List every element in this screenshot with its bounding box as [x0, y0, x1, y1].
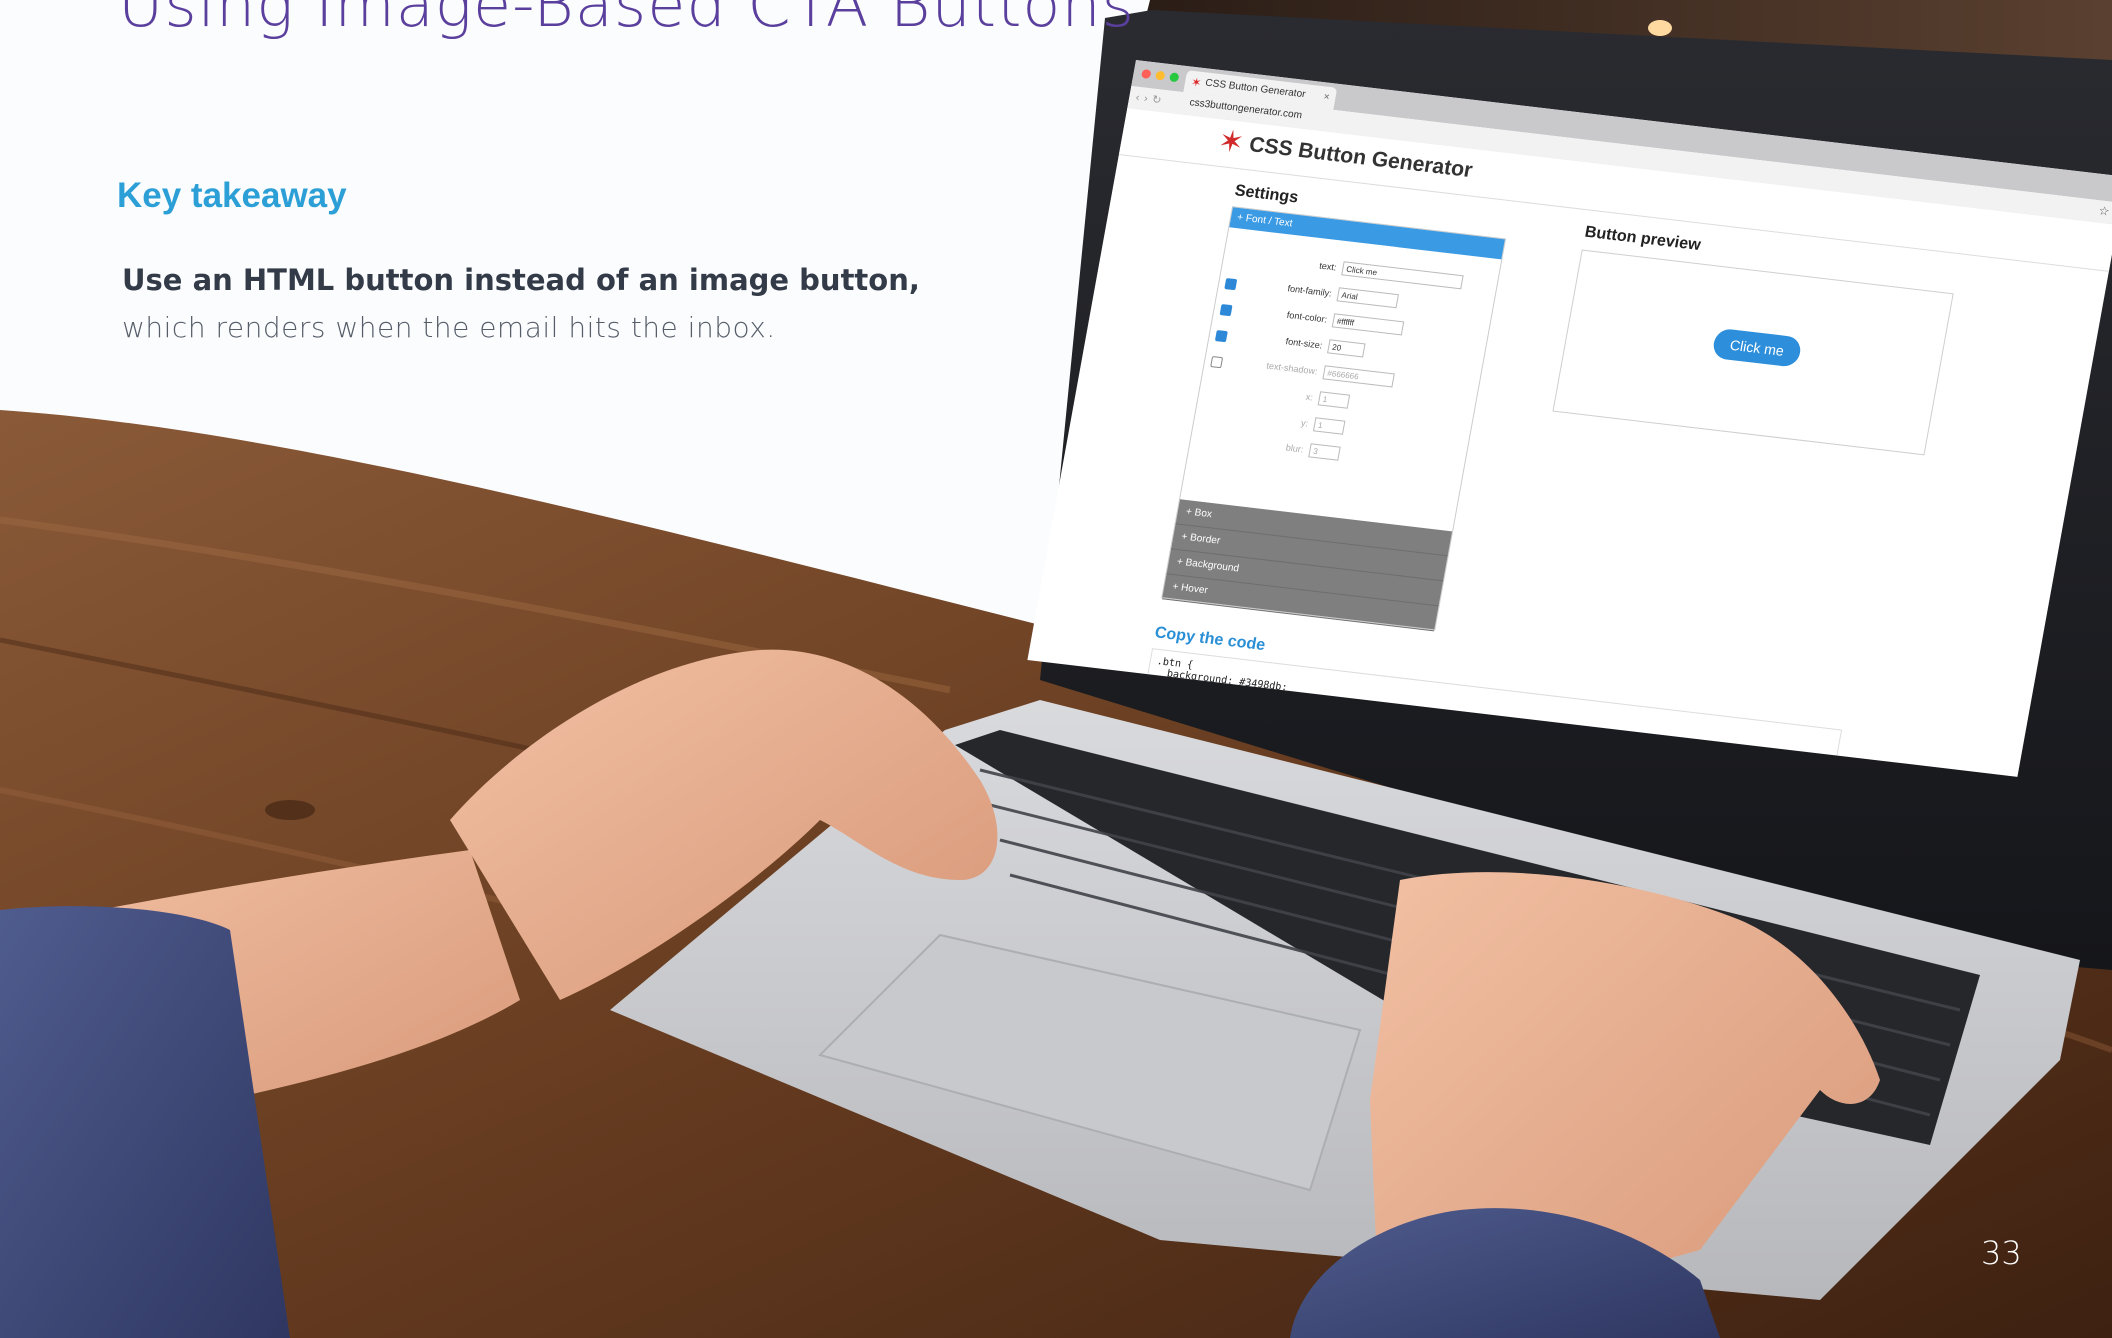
maximize-window-icon[interactable]: [1168, 72, 1180, 83]
setting-input[interactable]: #ffffff: [1331, 313, 1405, 336]
setting-input[interactable]: 20: [1327, 339, 1366, 358]
star-outline-icon[interactable]: ☆: [2097, 203, 2110, 218]
setting-checkbox[interactable]: [1214, 329, 1228, 343]
page-number: 33: [1981, 1234, 2022, 1272]
setting-input[interactable]: #666666: [1322, 365, 1395, 388]
close-tab-icon[interactable]: ×: [1321, 86, 1331, 109]
setting-label: text-shadow:: [1265, 360, 1319, 377]
setting-label: font-family:: [1286, 283, 1333, 299]
settings-accordion: + Box + Border + Background + Hover: [1161, 499, 1453, 632]
setting-label: font-size:: [1284, 336, 1324, 351]
minimize-window-icon[interactable]: [1154, 70, 1166, 81]
setting-label: blur:: [1285, 442, 1305, 455]
slide: ✶ CSS Button Generator × ‹›↻ css3buttong…: [0, 0, 2112, 1338]
setting-label: font-color:: [1286, 309, 1328, 325]
star-icon: ✶: [1190, 74, 1203, 91]
setting-input[interactable]: 3: [1308, 443, 1341, 461]
section-label: Key takeaway: [117, 176, 347, 215]
setting-input[interactable]: 1: [1312, 417, 1346, 435]
settings-heading: Settings: [1233, 182, 1300, 207]
setting-input[interactable]: 1: [1317, 391, 1351, 409]
nav-buttons[interactable]: ‹›↻: [1134, 91, 1166, 108]
setting-label: y:: [1300, 417, 1310, 429]
setting-input[interactable]: Click me: [1341, 261, 1464, 290]
font-text-section[interactable]: + Font / Text: [1229, 207, 1505, 260]
star-icon: ✶: [1215, 123, 1247, 162]
setting-label: x:: [1304, 391, 1314, 403]
setting-checkbox[interactable]: [1210, 355, 1224, 369]
setting-checkbox[interactable]: [1219, 303, 1233, 317]
close-window-icon[interactable]: [1140, 68, 1152, 80]
preview-button[interactable]: Click me: [1711, 327, 1803, 368]
laptop-screen: ✶ CSS Button Generator × ‹›↻ css3buttong…: [1027, 60, 2112, 777]
setting-label: text:: [1318, 260, 1338, 273]
setting-checkbox[interactable]: [1224, 277, 1238, 291]
lead-statement: Use an HTML button instead of an image b…: [122, 263, 920, 297]
preview-box: Click me: [1552, 249, 1954, 456]
lead-explanation: which renders when the email hits the in…: [122, 311, 776, 344]
page-title: Using Image-Based CTA Buttons: [118, 0, 1135, 41]
settings-panel: + Font / Text text: Click me font-family…: [1161, 206, 1507, 632]
preview-heading: Button preview: [1583, 223, 1703, 255]
setting-select[interactable]: Arial: [1336, 287, 1399, 309]
